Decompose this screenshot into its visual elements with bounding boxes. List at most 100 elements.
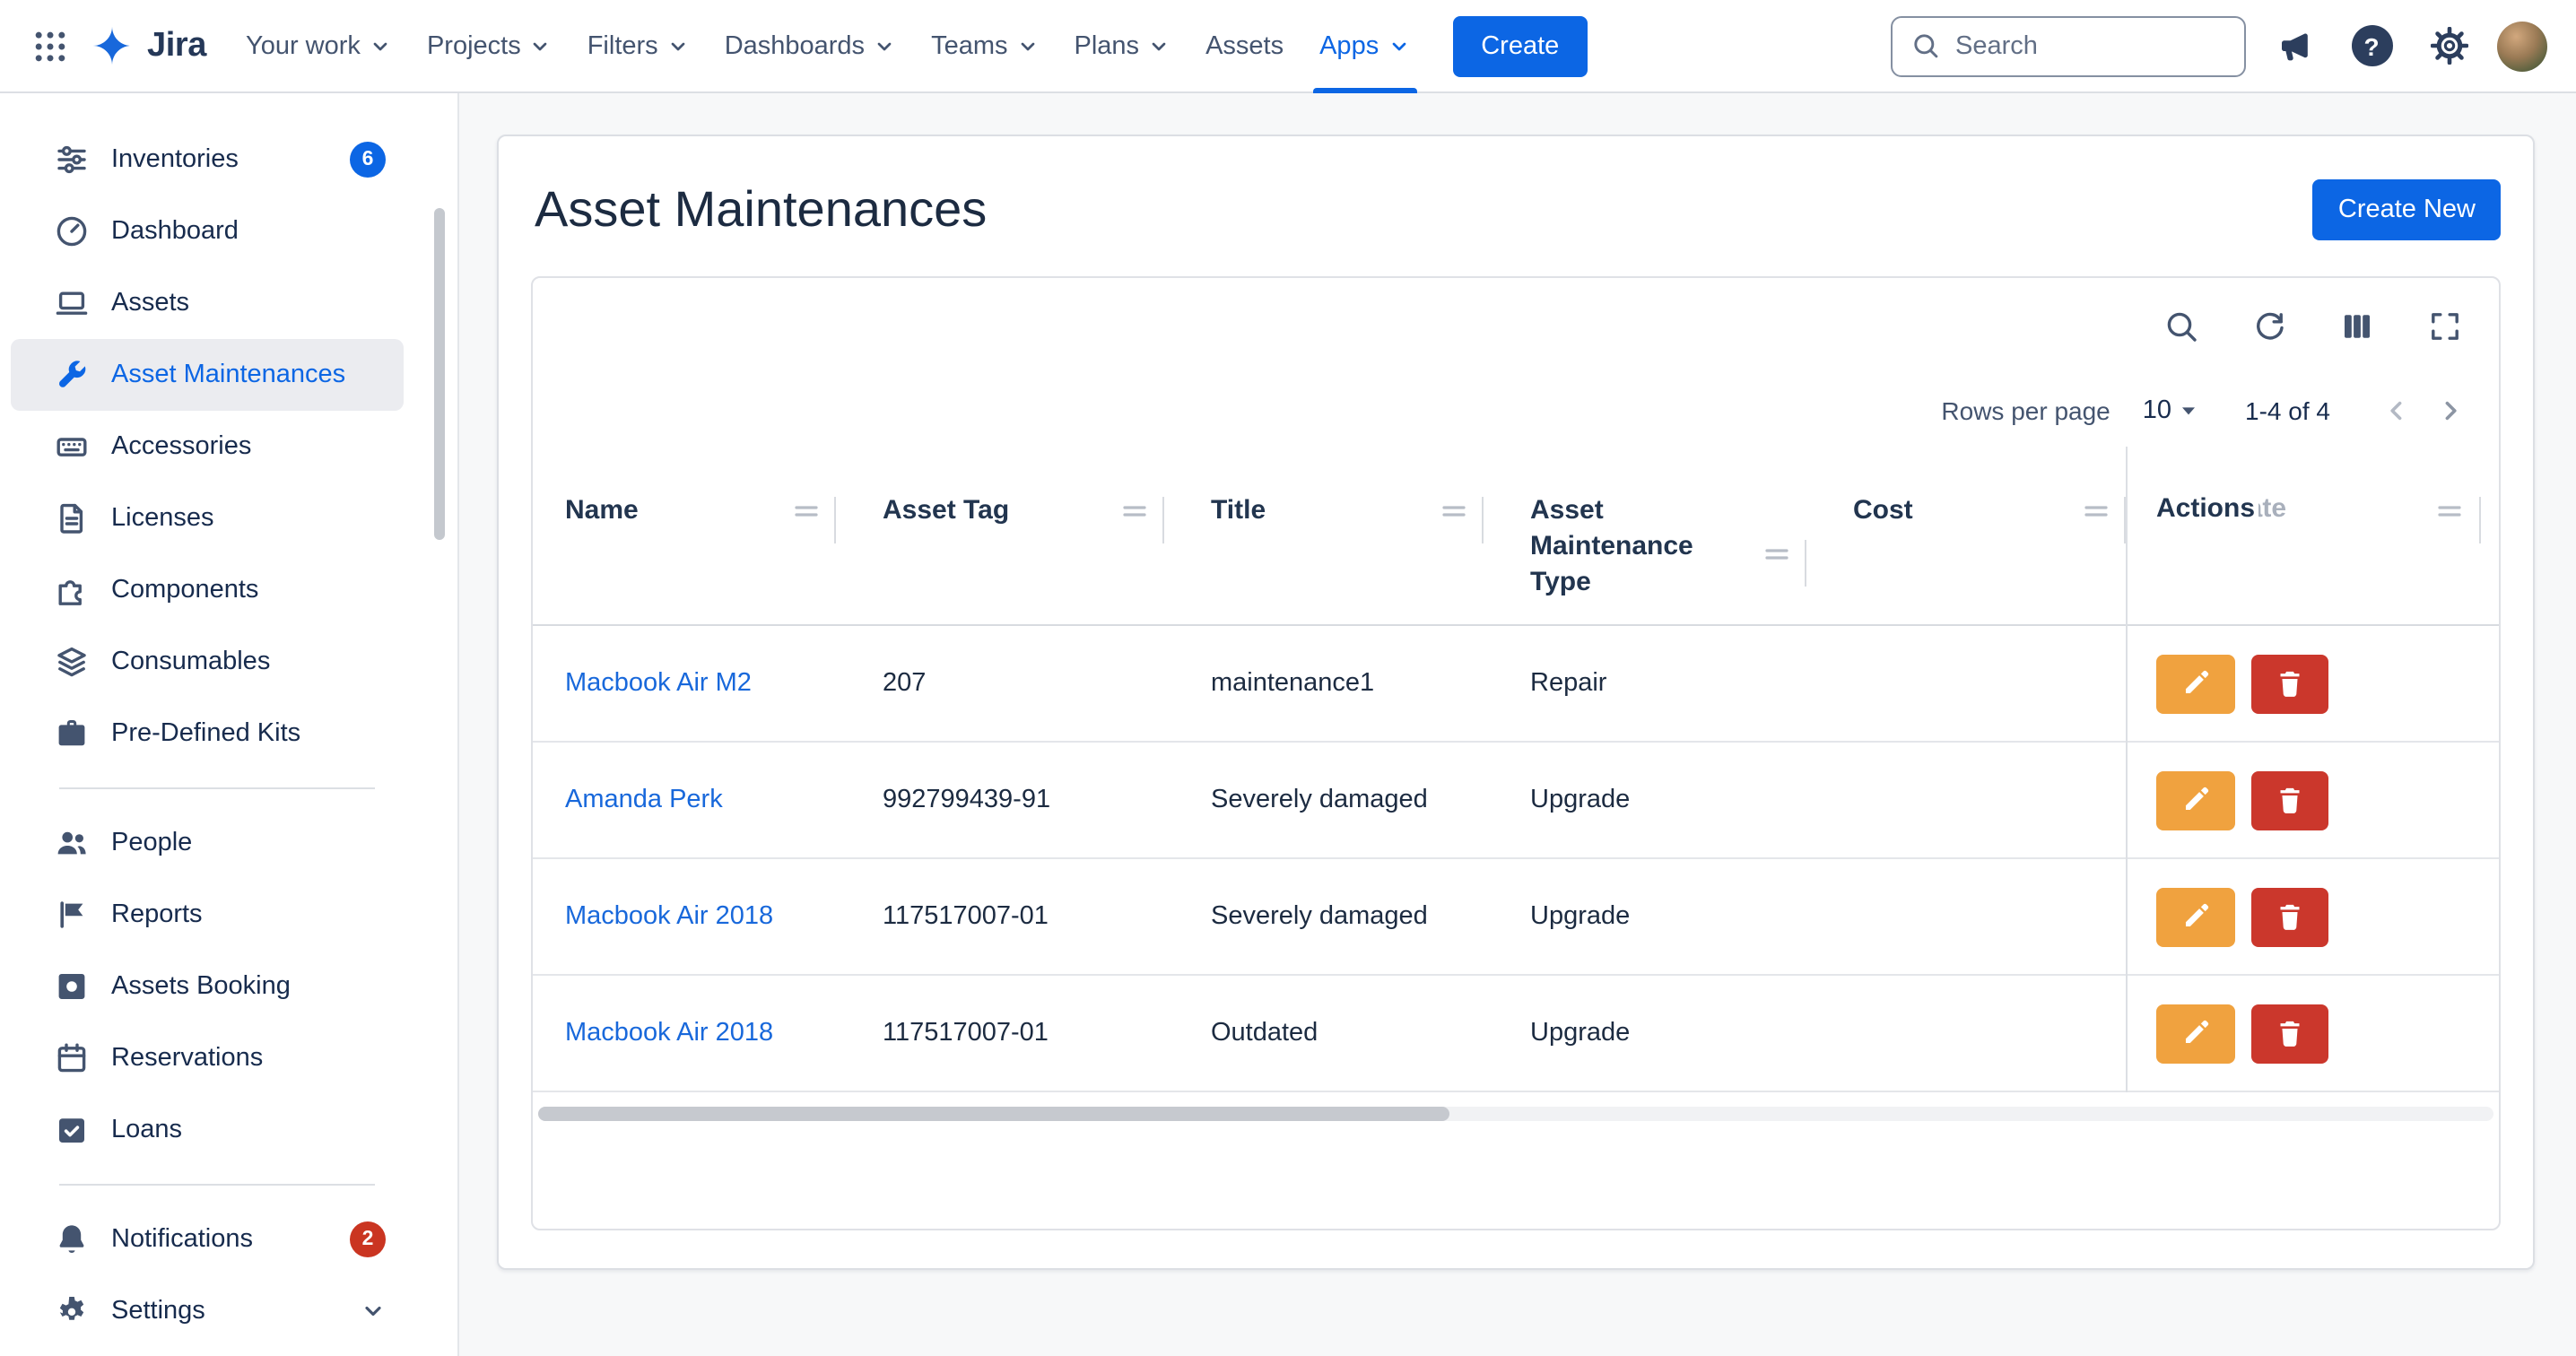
title-cell: Severely damaged (1179, 902, 1498, 931)
delete-button[interactable] (2251, 1004, 2328, 1063)
sidebar-item-people[interactable]: People (11, 807, 404, 879)
edit-pencil-icon (2181, 902, 2210, 931)
data-table: Name Asset Tag Title (533, 447, 2499, 1121)
sidebar-item-components[interactable]: Components (11, 554, 404, 626)
nav-item-your-work[interactable]: Your work (228, 0, 409, 91)
edit-button[interactable] (2156, 1004, 2235, 1063)
nav-item-apps[interactable]: Apps (1301, 0, 1427, 91)
create-button[interactable]: Create (1452, 15, 1588, 76)
announcements-button[interactable] (2266, 17, 2323, 74)
drag-handle-icon[interactable] (793, 500, 820, 522)
drag-handle-icon[interactable] (1440, 500, 1467, 522)
toolbox-icon (54, 716, 90, 752)
app-switcher-button[interactable] (22, 17, 79, 74)
chevron-down-icon (1388, 35, 1409, 56)
nav-item-dashboards[interactable]: Dashboards (707, 0, 913, 91)
sidebar-scrollbar-thumb[interactable] (434, 208, 445, 540)
search-input[interactable] (1955, 31, 2226, 60)
nav-item-projects[interactable]: Projects (409, 0, 570, 91)
sidebar-item-pre-defined-kits[interactable]: Pre-Defined Kits (11, 698, 404, 769)
jira-logo-mark (90, 23, 135, 68)
table-toolbar (533, 278, 2499, 375)
settings-button[interactable] (2420, 17, 2477, 74)
sidebar-item-licenses[interactable]: Licenses (11, 482, 404, 554)
asset-name-link[interactable]: Amanda Perk (565, 786, 723, 814)
table-columns-button[interactable] (2332, 301, 2382, 352)
notifications-count-badge: 2 (350, 1221, 386, 1257)
jira-home-logo[interactable]: Jira (79, 23, 228, 68)
delete-button[interactable] (2251, 887, 2328, 946)
column-header-cost[interactable]: Cost (1821, 447, 2140, 624)
create-new-button[interactable]: Create New (2313, 179, 2501, 240)
pagination-bar: Rows per page 10 1-4 of 4 (533, 375, 2499, 447)
search-icon (1910, 30, 1941, 61)
table-search-button[interactable] (2156, 301, 2206, 352)
global-search (1891, 15, 2246, 76)
title-cell: Outdated (1179, 1019, 1498, 1047)
column-header-name[interactable]: Name (533, 447, 850, 624)
edit-button[interactable] (2156, 654, 2235, 713)
table-panel: Rows per page 10 1-4 of 4 (531, 276, 2501, 1230)
sidebar-item-accessories[interactable]: Accessories (11, 411, 404, 482)
table-refresh-button[interactable] (2244, 301, 2294, 352)
sidebar-item-asset-maintenances[interactable]: Asset Maintenances (11, 339, 404, 411)
row-actions (2128, 976, 2499, 1092)
sidebar-item-settings[interactable]: Settings (11, 1275, 404, 1347)
column-header-title[interactable]: Title (1179, 447, 1498, 624)
sidebar-item-notifications[interactable]: Notifications 2 (11, 1204, 404, 1275)
title-cell: Severely damaged (1179, 786, 1498, 814)
rows-per-page-select[interactable]: 10 (2143, 396, 2198, 425)
sidebar-item-assets-booking[interactable]: Assets Booking (11, 951, 404, 1022)
column-header-asset-maintenance-type[interactable]: Asset Maintenance Type (1498, 447, 1821, 624)
settings-expand-chevron[interactable] (361, 1299, 386, 1324)
drag-handle-icon[interactable] (2436, 500, 2463, 522)
chevron-down-icon (361, 1299, 386, 1324)
asset-tag-cell: 117517007-01 (850, 1019, 1179, 1047)
delete-button[interactable] (2251, 654, 2328, 713)
laptop-icon (54, 285, 90, 321)
sidebar-divider (59, 1184, 375, 1186)
chevron-down-icon (1017, 35, 1039, 56)
sidebar-item-consumables[interactable]: Consumables (11, 626, 404, 698)
column-divider (1162, 497, 1164, 543)
dashboard-gauge-icon (54, 213, 90, 249)
sidebar-item-assets[interactable]: Assets (11, 267, 404, 339)
drag-handle-icon[interactable] (1763, 543, 1790, 565)
app-sidebar: Inventories 6 Dashboard Assets Asset Mai… (0, 93, 459, 1356)
horizontal-scrollbar-track[interactable] (538, 1107, 2493, 1121)
sidebar-item-dashboard[interactable]: Dashboard (11, 196, 404, 267)
jira-logo-text: Jira (147, 26, 206, 65)
nav-item-filters[interactable]: Filters (570, 0, 707, 91)
chevron-down-icon (1148, 35, 1170, 56)
sidebar-item-reservations[interactable]: Reservations (11, 1022, 404, 1094)
asset-name-link[interactable]: Macbook Air 2018 (565, 902, 773, 931)
sidebar-item-reports[interactable]: Reports (11, 879, 404, 951)
edit-button[interactable] (2156, 770, 2235, 830)
drag-handle-icon[interactable] (1121, 500, 1148, 522)
column-divider (1482, 497, 1484, 543)
asset-tag-cell: 117517007-01 (850, 902, 1179, 931)
maintenance-type-cell: Upgrade (1498, 786, 1821, 814)
sidebar-item-inventories[interactable]: Inventories 6 (11, 124, 404, 196)
calendar-icon (54, 1040, 90, 1076)
columns-icon (2339, 309, 2375, 344)
asset-name-link[interactable]: Macbook Air M2 (565, 669, 752, 698)
page-title: Asset Maintenances (535, 181, 987, 239)
nav-item-plans[interactable]: Plans (1057, 0, 1188, 91)
drag-handle-icon[interactable] (2083, 500, 2110, 522)
horizontal-scrollbar-thumb[interactable] (538, 1107, 1449, 1121)
help-button[interactable]: ? (2343, 17, 2400, 74)
edit-button[interactable] (2156, 887, 2235, 946)
sliders-icon (54, 142, 90, 178)
asset-name-link[interactable]: Macbook Air 2018 (565, 1019, 773, 1047)
column-header-asset-tag[interactable]: Asset Tag (850, 447, 1179, 624)
table-fullscreen-button[interactable] (2420, 301, 2470, 352)
nav-item-teams[interactable]: Teams (913, 0, 1056, 91)
pagination-prev-button[interactable] (2370, 384, 2424, 438)
delete-button[interactable] (2251, 770, 2328, 830)
user-avatar[interactable] (2497, 21, 2547, 71)
refresh-icon (2251, 309, 2287, 344)
pagination-next-button[interactable] (2424, 384, 2477, 438)
nav-item-assets[interactable]: Assets (1188, 0, 1301, 91)
sidebar-item-loans[interactable]: Loans (11, 1094, 404, 1166)
